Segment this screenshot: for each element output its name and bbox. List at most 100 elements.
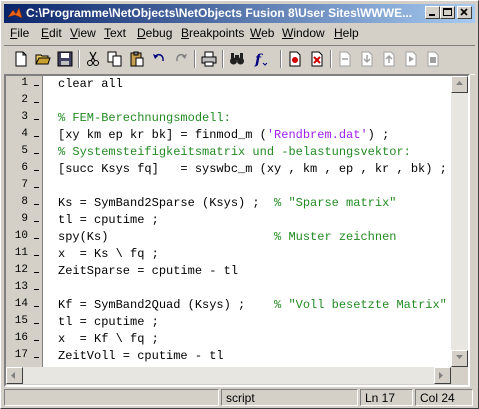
close-button[interactable]: [457, 6, 472, 19]
code-line[interactable]: Ks = SymBand2Sparse (Ksys) ; % "Sparse m…: [58, 196, 396, 210]
exit-debug-icon[interactable]: [424, 50, 442, 68]
breakpoint-marker[interactable]: [34, 102, 39, 103]
scroll-right-button[interactable]: [434, 367, 451, 384]
line-number: 10: [14, 230, 28, 242]
breakpoint-marker[interactable]: [34, 221, 39, 222]
breakpoint-marker[interactable]: [34, 170, 39, 171]
breakpoint-marker[interactable]: [34, 238, 39, 239]
editor-window: C:\Programme\NetObjects\NetObjects Fusio…: [0, 0, 479, 409]
line-number: 12: [14, 264, 28, 276]
line-number: 8: [21, 196, 28, 208]
line-number: 1: [21, 77, 28, 89]
breakpoint-marker[interactable]: [34, 357, 39, 358]
code-line[interactable]: ZeitVoll = cputime - tl: [58, 349, 224, 363]
breakpoint-marker[interactable]: [34, 306, 39, 307]
menu-file[interactable]: File: [10, 26, 29, 40]
status-bar: script Ln 17 Col 24: [4, 389, 475, 406]
step-in-icon[interactable]: [358, 50, 376, 68]
breakpoint-marker[interactable]: [34, 323, 39, 324]
breakpoint-marker[interactable]: [34, 187, 39, 188]
menu-debug[interactable]: Debug: [137, 26, 172, 40]
code-line[interactable]: clear all: [58, 77, 123, 91]
code-line[interactable]: % Systemsteifigkeitsmatrix und -belastun…: [58, 145, 411, 159]
code-line[interactable]: x = Kf \ fq ;: [58, 332, 159, 346]
line-number: 9: [21, 213, 28, 225]
step-icon[interactable]: [336, 50, 354, 68]
open-folder-icon[interactable]: [34, 50, 52, 68]
line-number-gutter[interactable]: 1 2 3 4 5 6 7 8 9 10 11 12 13 14 15 16 17: [6, 76, 43, 367]
continue-icon[interactable]: [402, 50, 420, 68]
menu-edit[interactable]: Edit: [41, 26, 62, 40]
maximize-button[interactable]: [440, 6, 455, 19]
print-icon[interactable]: [200, 50, 218, 68]
code-editor[interactable]: 1 2 3 4 5 6 7 8 9 10 11 12 13 14 15 16 17 clear all% FEM…: [6, 76, 451, 367]
line-number: 4: [21, 128, 28, 140]
line-number: 16: [14, 332, 28, 344]
code-line[interactable]: % FEM-Berechnungsmodell:: [58, 111, 231, 125]
breakpoint-marker[interactable]: [34, 204, 39, 205]
breakpoint-marker[interactable]: [34, 272, 39, 273]
save-icon[interactable]: [56, 50, 74, 68]
breakpoint-marker[interactable]: [34, 136, 39, 137]
undo-icon[interactable]: [150, 50, 168, 68]
toolbar-separator: [194, 50, 196, 68]
toolbar-separator: [222, 50, 224, 68]
window-title: C:\Programme\NetObjects\NetObjects Fusio…: [26, 6, 413, 20]
paste-icon[interactable]: [128, 50, 146, 68]
code-line[interactable]: Kf = SymBand2Quad (Ksys) ; % "Voll beset…: [58, 298, 447, 312]
new-file-icon[interactable]: [12, 50, 30, 68]
menu-web[interactable]: Web: [250, 26, 274, 40]
breakpoint-marker[interactable]: [34, 255, 39, 256]
scroll-up-button[interactable]: [451, 76, 468, 93]
toolbar: f: [4, 45, 475, 75]
vertical-scrollbar[interactable]: [451, 76, 468, 367]
toolbar-separator: [280, 50, 282, 68]
line-number: 5: [21, 145, 28, 157]
menu-view[interactable]: View: [70, 26, 96, 40]
breakpoint-marker[interactable]: [34, 153, 39, 154]
breakpoint-marker[interactable]: [34, 340, 39, 341]
minimize-button[interactable]: [425, 6, 440, 19]
toolbar-separator: [330, 50, 332, 68]
function-icon[interactable]: f: [252, 50, 270, 68]
horizontal-scrollbar[interactable]: [6, 367, 451, 384]
menu-text[interactable]: Text: [104, 26, 126, 40]
line-number: 17: [14, 349, 28, 361]
redo-icon[interactable]: [172, 50, 190, 68]
line-number: 3: [21, 111, 28, 123]
clear-breakpoint-icon[interactable]: [308, 50, 326, 68]
breakpoint-marker[interactable]: [34, 85, 39, 86]
breakpoint-marker[interactable]: [34, 289, 39, 290]
scrollbar-corner: [451, 367, 468, 384]
toolbar-separator: [78, 50, 80, 68]
menu-window[interactable]: Window: [282, 26, 325, 40]
code-line[interactable]: [xy km ep kr bk] = finmod_m ('Rendbrem.d…: [58, 128, 389, 142]
editor-frame: 1 2 3 4 5 6 7 8 9 10 11 12 13 14 15 16 17 clear all% FEM…: [4, 74, 470, 387]
line-number: 6: [21, 162, 28, 174]
matlab-app-icon: [7, 6, 23, 22]
status-column: Col 24: [415, 389, 473, 406]
status-line: Ln 17: [360, 389, 413, 406]
code-line[interactable]: tl = cputime ;: [58, 213, 159, 227]
code-line[interactable]: ZeitSparse = cputime - tl: [58, 264, 238, 278]
title-bar[interactable]: C:\Programme\NetObjects\NetObjects Fusio…: [4, 4, 475, 23]
line-number: 14: [14, 298, 28, 310]
code-line[interactable]: tl = cputime ;: [58, 315, 159, 329]
menu-help[interactable]: Help: [334, 26, 359, 40]
step-out-icon[interactable]: [380, 50, 398, 68]
breakpoint-marker[interactable]: [34, 119, 39, 120]
menu-bar: File Edit View Text Debug Breakpoints We…: [4, 24, 475, 43]
code-line[interactable]: x = Ks \ fq ;: [58, 247, 159, 261]
copy-icon[interactable]: [106, 50, 124, 68]
scroll-down-button[interactable]: [451, 350, 468, 367]
cut-icon[interactable]: [84, 50, 102, 68]
status-mode: script: [221, 389, 358, 406]
find-icon[interactable]: [228, 50, 246, 68]
line-number: 7: [21, 179, 28, 191]
code-line[interactable]: spy(Ks) % Muster zeichnen: [58, 230, 396, 244]
set-breakpoint-icon[interactable]: [286, 50, 304, 68]
scroll-left-button[interactable]: [6, 367, 23, 384]
code-line[interactable]: [succ Ksys fq] = syswbc_m (xy , km , ep …: [58, 162, 447, 176]
line-number: 11: [14, 247, 28, 259]
menu-breakpoints[interactable]: Breakpoints: [181, 26, 244, 40]
